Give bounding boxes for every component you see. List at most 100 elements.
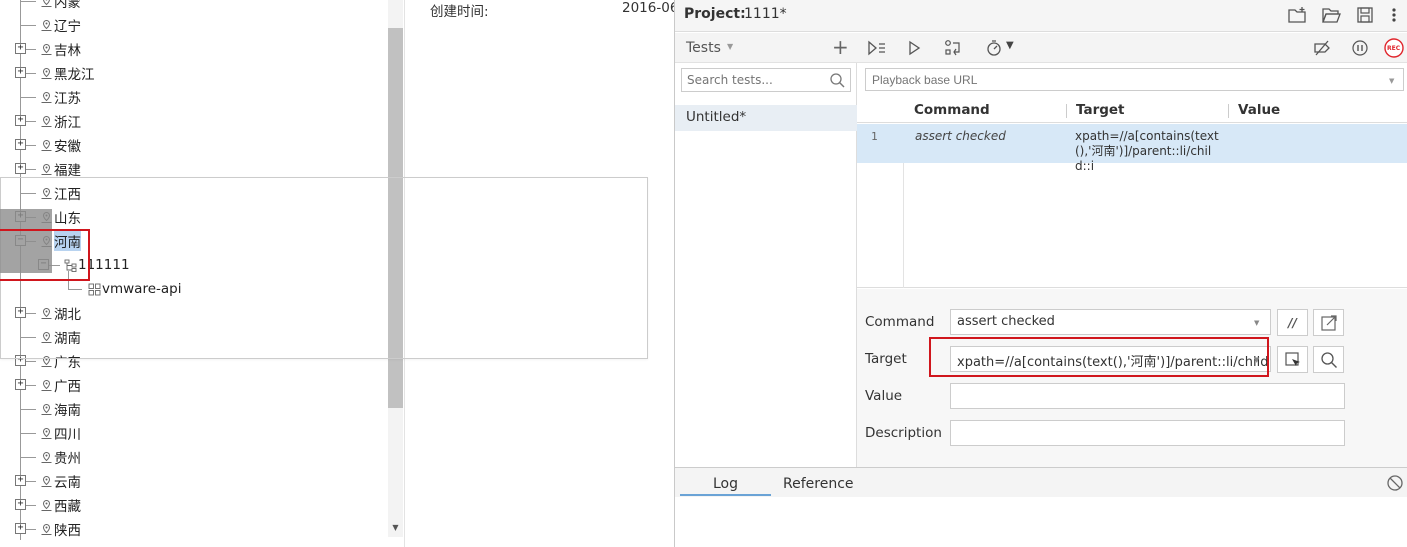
test-item-untitled[interactable]: Untitled* xyxy=(675,105,857,131)
expand-icon[interactable]: + xyxy=(15,379,26,390)
tree-node[interactable]: 黑龙江 xyxy=(40,63,95,83)
run-all-tests-icon[interactable] xyxy=(867,39,887,57)
expand-icon[interactable]: + xyxy=(15,67,26,78)
tree-connector-line xyxy=(20,97,36,98)
tree-node[interactable]: 吉林 xyxy=(40,39,81,59)
disable-breakpoints-icon[interactable] xyxy=(1312,39,1332,57)
search-icon xyxy=(1320,351,1337,368)
value-label: Value xyxy=(865,388,903,404)
tree-node-label: 海南 xyxy=(54,403,81,419)
tab-reference[interactable]: Reference xyxy=(783,476,854,492)
pause-icon[interactable] xyxy=(1350,39,1370,57)
open-project-icon[interactable] xyxy=(1321,5,1341,25)
row-command: assert checked xyxy=(915,129,1006,143)
expand-icon[interactable]: + xyxy=(15,523,26,534)
log-panel-tabs: Log Reference xyxy=(675,467,1407,497)
location-pin-icon xyxy=(40,43,53,56)
location-pin-icon xyxy=(40,163,53,176)
save-icon[interactable] xyxy=(1355,5,1375,25)
speed-timer-icon[interactable] xyxy=(985,39,1005,57)
project-header: Project: 1111* xyxy=(675,0,1407,32)
clear-log-icon[interactable] xyxy=(1386,474,1404,492)
tree-node[interactable]: 安徽 xyxy=(40,135,81,155)
tree-node[interactable]: 云南 xyxy=(40,471,81,491)
location-pin-icon xyxy=(40,91,53,104)
chevron-down-icon[interactable]: ▼ xyxy=(1254,319,1259,327)
location-pin-icon xyxy=(40,19,53,32)
tests-dropdown[interactable]: Tests xyxy=(686,40,721,56)
description-input[interactable] xyxy=(950,420,1345,446)
tree-node[interactable]: 四川 xyxy=(40,423,81,443)
location-pin-icon xyxy=(40,0,53,8)
command-grid-header: Command Target Value xyxy=(857,99,1407,123)
selenium-ide-panel: Project: 1111* Tests ▼ + Search tests...… xyxy=(674,0,1407,547)
tree-node[interactable]: 浙江 xyxy=(40,111,81,131)
step-over-icon[interactable] xyxy=(943,39,963,57)
open-reference-button[interactable] xyxy=(1313,309,1344,336)
tree-node-label: 广西 xyxy=(54,379,81,395)
expand-icon[interactable]: + xyxy=(15,499,26,510)
created-time-label: 创建时间: xyxy=(430,4,489,20)
column-header-command: Command xyxy=(914,102,990,118)
tree-node[interactable]: 江苏 xyxy=(40,87,81,107)
highlight-box-target xyxy=(929,337,1269,377)
tree-node-label: 陕西 xyxy=(54,523,81,539)
find-target-button[interactable] xyxy=(1313,346,1344,373)
expand-icon[interactable]: + xyxy=(15,139,26,150)
expand-icon[interactable]: + xyxy=(15,163,26,174)
expand-icon[interactable]: + xyxy=(15,115,26,126)
tree-connector-line xyxy=(20,409,36,410)
expand-icon[interactable]: + xyxy=(15,475,26,486)
column-separator[interactable] xyxy=(1066,104,1067,118)
tab-log[interactable]: Log xyxy=(713,476,738,492)
column-header-value: Value xyxy=(1238,102,1281,118)
tree-node[interactable]: 贵州 xyxy=(40,447,81,467)
location-pin-icon xyxy=(40,499,53,512)
location-pin-icon xyxy=(40,403,53,416)
tree-node-label: 福建 xyxy=(54,163,81,179)
location-pin-icon xyxy=(40,115,53,128)
playback-base-url-input[interactable] xyxy=(865,68,1404,91)
more-menu-icon[interactable] xyxy=(1384,5,1404,25)
tree-node-label: 安徽 xyxy=(54,139,81,155)
new-folder-icon[interactable] xyxy=(1287,5,1307,25)
project-name[interactable]: 1111* xyxy=(744,6,787,22)
command-label: Command xyxy=(865,314,935,330)
description-label: Description xyxy=(865,425,942,441)
tree-node[interactable]: 西藏 xyxy=(40,495,81,515)
tree-connector-line xyxy=(20,25,36,26)
tree-node[interactable]: 福建 xyxy=(40,159,81,179)
chevron-down-icon[interactable]: ▼ xyxy=(727,42,733,51)
tree-node[interactable]: 陕西 xyxy=(40,519,81,539)
tree-node[interactable]: 内蒙 xyxy=(40,0,81,11)
comment-toggle-button[interactable]: // xyxy=(1277,309,1308,336)
tree-node[interactable]: 辽宁 xyxy=(40,15,81,35)
tree-node-label: 吉林 xyxy=(54,43,81,59)
add-test-button[interactable]: + xyxy=(832,35,849,59)
speed-dropdown-caret[interactable]: ▼ xyxy=(1006,40,1014,51)
select-target-button[interactable] xyxy=(1277,346,1308,373)
location-pin-icon xyxy=(40,523,53,536)
tree-node[interactable]: 海南 xyxy=(40,399,81,419)
location-pin-icon xyxy=(40,379,53,392)
scroll-down-icon[interactable]: ▼ xyxy=(388,520,403,536)
location-pin-icon xyxy=(40,475,53,488)
tree-node-label: 内蒙 xyxy=(54,0,81,11)
location-pin-icon xyxy=(40,451,53,464)
command-input[interactable]: assert checked xyxy=(950,309,1271,335)
tree-connector-line xyxy=(20,1,36,2)
expand-icon[interactable]: + xyxy=(15,43,26,54)
run-test-icon[interactable] xyxy=(905,39,925,57)
tree-node-label: 辽宁 xyxy=(54,19,81,35)
tree-node[interactable]: 广西 xyxy=(40,375,81,395)
chevron-down-icon[interactable]: ▼ xyxy=(1389,77,1394,85)
column-separator[interactable] xyxy=(1228,104,1229,118)
location-pin-icon xyxy=(40,139,53,152)
playback-toolbar: ▼ REC xyxy=(857,33,1407,63)
command-grid-body: 1 assert checked xpath=//a[contains(text… xyxy=(857,124,1407,288)
table-row[interactable]: 1 assert checked xpath=//a[contains(text… xyxy=(857,124,1407,173)
value-input[interactable] xyxy=(950,383,1345,409)
search-tests-input[interactable] xyxy=(681,68,851,92)
tree-node-label: 江苏 xyxy=(54,91,81,107)
created-time-value: 2016-06 xyxy=(622,0,674,16)
